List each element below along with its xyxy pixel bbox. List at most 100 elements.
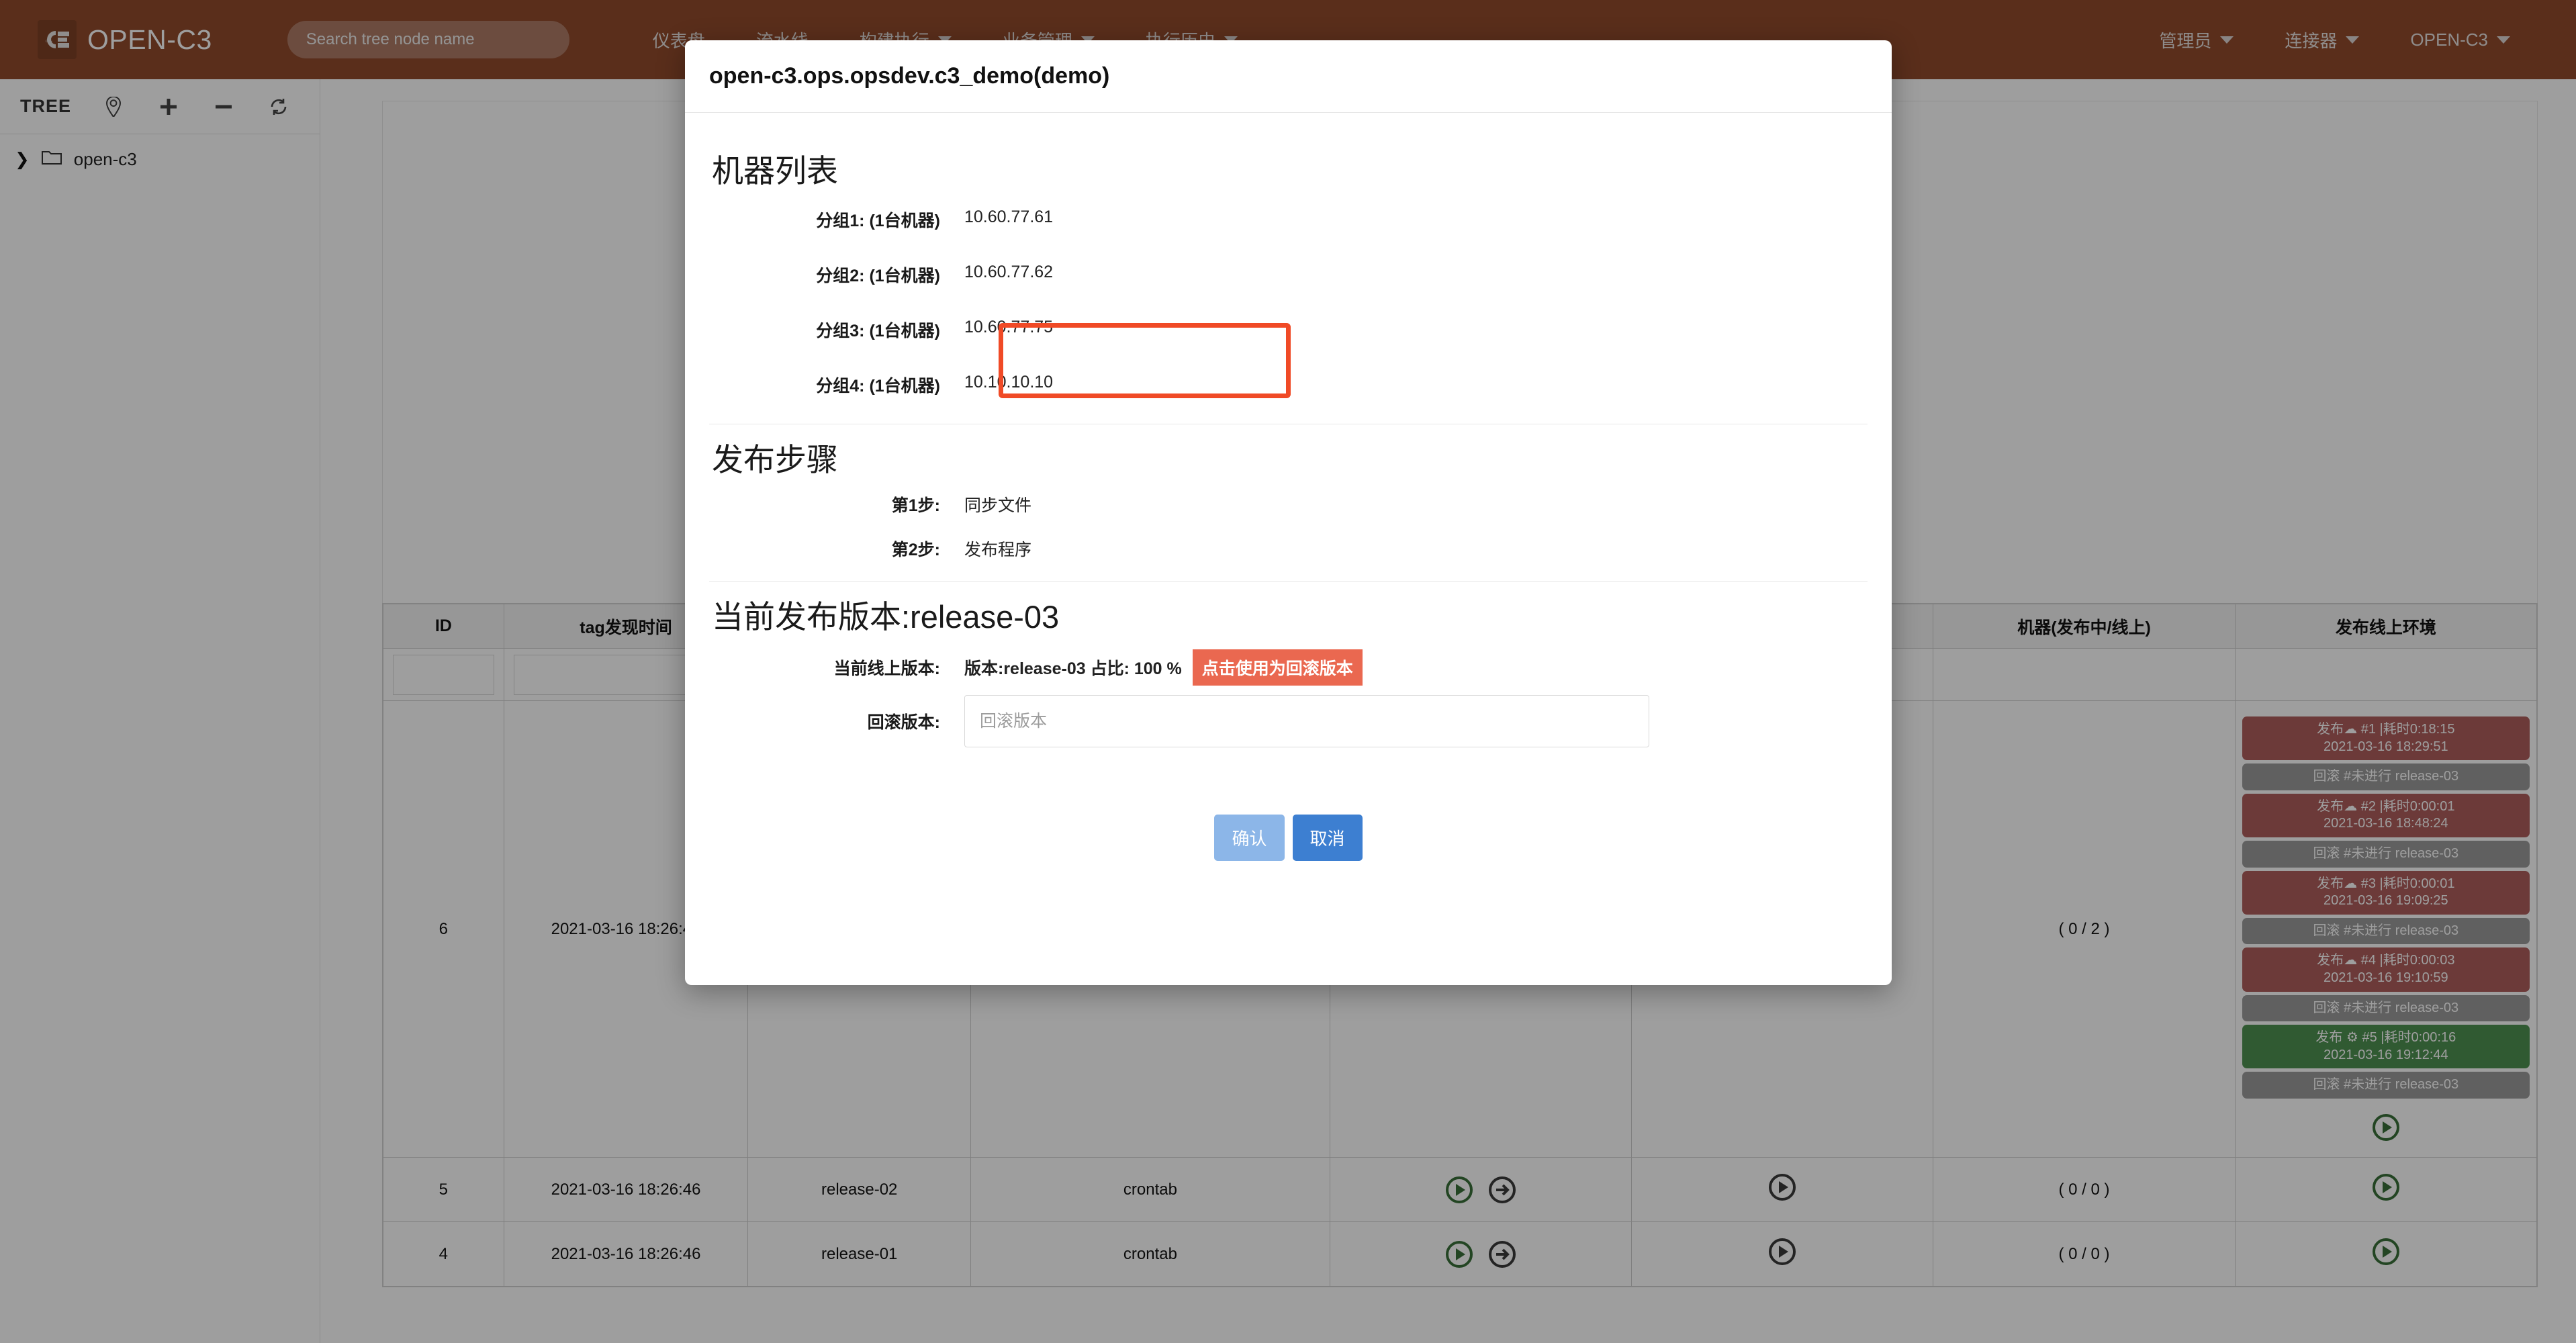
modal-title: open-c3.ops.opsdev.c3_demo(demo) [709, 63, 1109, 89]
step-label: 第2步: [709, 537, 964, 561]
deploy-badge[interactable]: 发布☁ #3 |耗时0:00:01 2021-03-16 19:09:25 [2242, 871, 2530, 915]
step-value: 发布程序 [964, 537, 1031, 561]
badge-stack: 发布☁ #1 |耗时0:18:15 2021-03-16 18:29:51 回滚… [2236, 708, 2536, 1107]
play-circle-icon[interactable] [1445, 1240, 1473, 1268]
cell-id: 4 [383, 1222, 504, 1287]
nav-right-links: 管理员 连接器 OPEN-C3 [2133, 28, 2576, 52]
deploy-badge[interactable]: 发布 ⚙ #5 |耗时0:00:16 2021-03-16 19:12:44 [2242, 1025, 2530, 1068]
step-row: 第1步: 同步文件 [709, 492, 1868, 516]
badge-line-2: 2021-03-16 18:48:24 [2245, 815, 2527, 833]
chevron-down-icon [2220, 36, 2234, 44]
nav-item-admin[interactable]: 管理员 [2133, 28, 2259, 52]
badge-line-1: 发布☁ #1 |耗时0:18:15 [2245, 721, 2527, 739]
play-circle-icon[interactable] [2372, 1173, 2400, 1201]
brand[interactable]: ops OPEN-C3 [38, 20, 212, 59]
rollback-version-label: 回滚版本: [709, 709, 964, 733]
rollback-badge[interactable]: 回滚 #未进行 release-03 [2242, 1072, 2530, 1099]
deploy-badge[interactable]: 发布☁ #2 |耗时0:00:01 2021-03-16 18:48:24 [2242, 794, 2530, 837]
tree-header: TREE [0, 79, 320, 134]
sidebar-item-label: open-c3 [74, 149, 137, 170]
machine-group-label: 分组2: (1台机器) [709, 259, 964, 287]
cell-id: 6 [383, 701, 504, 1158]
badge-line-1: 发布☁ #2 |耗时0:00:01 [2245, 798, 2527, 816]
cell-version: release-01 [748, 1222, 971, 1287]
badge-line-2: 2021-03-16 18:29:51 [2245, 739, 2527, 756]
confirm-button[interactable]: 确认 [1214, 815, 1284, 861]
modal-footer-buttons: 确认 取消 [709, 815, 1868, 861]
machine-group-ip: 10.60.77.61 [964, 203, 1053, 227]
play-circle-icon[interactable] [1445, 1176, 1473, 1204]
machine-group-label: 分组1: (1台机器) [709, 203, 964, 232]
steps-heading: 发布步骤 [712, 434, 1868, 480]
arrow-right-circle-icon[interactable] [1488, 1176, 1516, 1204]
play-circle-icon[interactable] [1768, 1173, 1796, 1201]
col-header-id: ID [383, 604, 504, 649]
rollback-badge[interactable]: 回滚 #未进行 release-03 [2242, 995, 2530, 1022]
arrow-right-circle-icon[interactable] [1488, 1240, 1516, 1268]
tree-title: TREE [20, 96, 71, 117]
step-row: 第2步: 发布程序 [709, 537, 1868, 561]
nav-item-label: OPEN-C3 [2410, 30, 2488, 50]
rollback-badge[interactable]: 回滚 #未进行 release-03 [2242, 763, 2530, 790]
table-row: 4 2021-03-16 18:26:46 release-01 crontab [383, 1222, 2537, 1287]
badge-line-2: 2021-03-16 19:12:44 [2245, 1047, 2527, 1064]
play-circle-icon[interactable] [2372, 1238, 2400, 1266]
cell-type: crontab [971, 1158, 1330, 1222]
sidebar: TREE ❯ open-c3 [0, 79, 320, 1343]
location-pin-icon[interactable] [102, 95, 125, 118]
cell-release [1632, 1158, 1933, 1222]
modal-body: 机器列表 分组1: (1台机器) 10.60.77.61 分组2: (1台机器)… [685, 113, 1892, 861]
badge-line-1: 发布☁ #3 |耗时0:00:01 [2245, 876, 2527, 893]
nav-item-account[interactable]: OPEN-C3 [2385, 30, 2536, 50]
deploy-badge[interactable]: 发布☁ #1 |耗时0:18:15 2021-03-16 18:29:51 [2242, 716, 2530, 760]
chevron-down-icon [2346, 36, 2359, 44]
deploy-badge[interactable]: 发布☁ #4 |耗时0:00:03 2021-03-16 19:10:59 [2242, 947, 2530, 991]
machine-group-label: 分组4: (1台机器) [709, 369, 964, 397]
refresh-icon[interactable] [267, 95, 290, 118]
modal-header: open-c3.ops.opsdev.c3_demo(demo) [685, 40, 1892, 113]
cell-online-env [2235, 1222, 2536, 1287]
cancel-button[interactable]: 取消 [1293, 815, 1363, 861]
filter-input-id[interactable] [393, 655, 494, 695]
online-version-label: 当前线上版本: [709, 655, 964, 680]
machine-group-ip: 10.60.77.75 [964, 314, 1053, 337]
badge-line-2: 2021-03-16 19:10:59 [2245, 970, 2527, 987]
table-row: 5 2021-03-16 18:26:46 release-02 crontab [383, 1158, 2537, 1222]
cell-operation [1330, 1158, 1631, 1222]
rollback-badge[interactable]: 回滚 #未进行 release-03 [2242, 841, 2530, 868]
machine-group-label: 分组3: (1台机器) [709, 314, 964, 342]
rollback-badge[interactable]: 回滚 #未进行 release-03 [2242, 918, 2530, 945]
cell-online-env [2235, 1158, 2536, 1222]
machine-group-ip: 10.10.10.10 [964, 369, 1053, 392]
chevron-right-icon[interactable]: ❯ [15, 149, 30, 170]
plus-icon[interactable] [157, 95, 180, 118]
c3-logo-icon: ops [38, 20, 77, 59]
cell-machines: ( 0 / 0 ) [1933, 1222, 2235, 1287]
rollback-version-input[interactable] [964, 695, 1649, 747]
svg-text:ops: ops [46, 40, 52, 44]
rollback-version-row: 回滚版本: [709, 695, 1868, 747]
minus-icon[interactable] [212, 95, 235, 118]
cell-tag-time: 2021-03-16 18:26:46 [504, 1222, 748, 1287]
badge-line-1: 回滚 #未进行 release-03 [2245, 1000, 2527, 1017]
cell-online-env: 发布☁ #1 |耗时0:18:15 2021-03-16 18:29:51 回滚… [2235, 701, 2536, 1158]
col-header-machines: 机器(发布中/线上) [1933, 604, 2235, 649]
badge-line-1: 回滚 #未进行 release-03 [2245, 1076, 2527, 1094]
cell-release [1632, 1222, 1933, 1287]
brand-label: OPEN-C3 [87, 24, 212, 56]
search-input[interactable] [287, 21, 569, 58]
col-header-online-env: 发布线上环境 [2235, 604, 2536, 649]
nav-item-label: 连接器 [2285, 28, 2337, 52]
online-version-chip: 版本:release-03 占比: 100 % [964, 651, 1193, 684]
play-circle-icon[interactable] [2372, 1113, 2400, 1142]
machine-group-row: 分组2: (1台机器) 10.60.77.62 [709, 259, 1868, 287]
release-detail-modal: open-c3.ops.opsdev.c3_demo(demo) 机器列表 分组… [685, 40, 1892, 985]
use-as-rollback-button[interactable]: 点击使用为回滚版本 [1193, 649, 1363, 686]
cell-id: 5 [383, 1158, 504, 1222]
step-value: 同步文件 [964, 492, 1031, 516]
play-circle-icon[interactable] [1768, 1238, 1796, 1266]
badge-line-1: 回滚 #未进行 release-03 [2245, 768, 2527, 786]
nav-item-connector[interactable]: 连接器 [2259, 28, 2385, 52]
badge-line-1: 发布☁ #4 |耗时0:00:03 [2245, 952, 2527, 970]
sidebar-item-open-c3[interactable]: ❯ open-c3 [0, 134, 320, 185]
